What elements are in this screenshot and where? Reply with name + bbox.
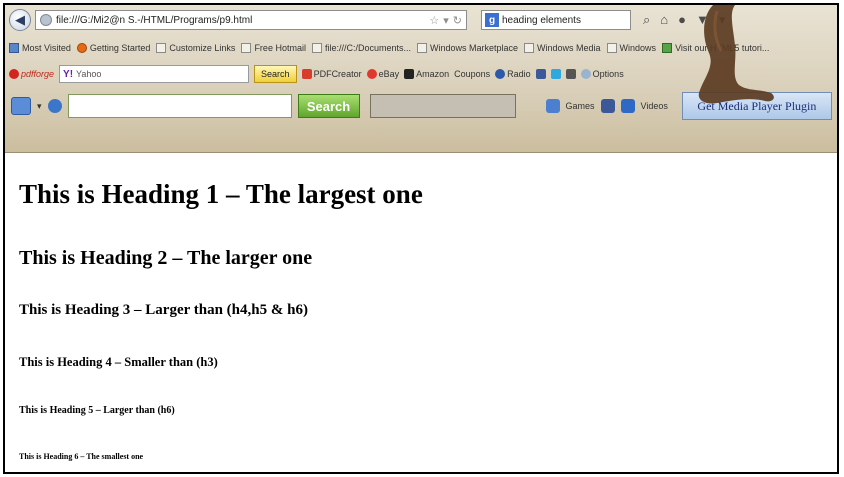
pdfforge-icon — [9, 69, 19, 79]
videos-link[interactable]: Videos — [641, 101, 668, 111]
amazon-icon — [404, 69, 415, 79]
games-icon — [545, 99, 560, 113]
yahoo-search-input[interactable]: Y! Yahoo — [59, 65, 250, 83]
url-text: file:///G:/Mi2@n S.-/HTML/Programs/p9.ht… — [56, 14, 253, 26]
get-media-player-plugin-button[interactable]: Get Media Player Plugin — [681, 92, 832, 120]
heading-1: This is Heading 1 – The largest one — [19, 179, 423, 209]
page-icon — [241, 43, 252, 53]
yahoo-logo: Y! — [63, 68, 74, 80]
options-icon — [580, 69, 591, 79]
bookmark-getting-started[interactable]: Getting Started — [76, 43, 150, 53]
yahoo-search-button[interactable]: Search — [254, 65, 297, 83]
media-links: Games Videos — [545, 99, 668, 113]
media-toolbar: ▾ Search Games Videos Get Media Player P… — [5, 89, 837, 123]
media-toolbar-icon[interactable] — [11, 97, 31, 115]
page-content: This is Heading 1 – The largest one This… — [5, 155, 837, 472]
heading-4: This is Heading 4 – Smaller than (h3) — [19, 355, 218, 369]
options-button[interactable]: Options — [580, 69, 624, 79]
amazon-button[interactable]: Amazon — [404, 69, 449, 79]
bookmark-windows[interactable]: Windows — [606, 43, 656, 53]
bookmark-html5-tutorial[interactable]: Visit our HTML5 tutori... — [662, 43, 769, 53]
back-arrow-icon: ◀ — [15, 12, 25, 27]
search-bar[interactable]: g heading elements — [481, 10, 631, 30]
share-icon[interactable] — [565, 69, 576, 79]
media-dropdown-icon[interactable]: ▾ — [37, 101, 42, 112]
address-bar[interactable]: file:///G:/Mi2@n S.-/HTML/Programs/p9.ht… — [35, 10, 467, 30]
back-button[interactable]: ◀ — [9, 9, 31, 31]
facebook-icon[interactable] — [600, 99, 615, 113]
star-icon — [9, 43, 19, 53]
media-search-input[interactable] — [67, 94, 292, 118]
pdfforge-logo[interactable]: pdfforge — [9, 69, 54, 79]
yahoo-toolbar: pdfforge Y! Yahoo Search PDFCreator eBay… — [5, 61, 837, 87]
heading-6: This is Heading 6 – The smallest one — [19, 452, 144, 461]
menu-icon[interactable]: ▾ — [719, 12, 726, 28]
media-search-button[interactable]: Search — [297, 94, 360, 118]
firefox-icon — [76, 43, 87, 53]
media-secondary-input[interactable] — [369, 94, 516, 118]
address-bar-tools: ☆ ▾ ↻ — [429, 14, 466, 27]
bookmark-customize-links[interactable]: Customize Links — [156, 43, 235, 53]
download-icon[interactable]: ▼ — [696, 12, 709, 28]
bookmark-file-documents[interactable]: file:///C:/Documents... — [311, 43, 411, 53]
videos-icon — [620, 99, 635, 113]
radio-button[interactable]: Radio — [495, 69, 531, 79]
pdfcreator-button[interactable]: PDFCreator — [301, 69, 362, 79]
page-icon — [156, 43, 167, 53]
page-icon — [524, 43, 535, 53]
facebook-icon[interactable] — [535, 69, 546, 79]
radio-icon — [495, 69, 506, 79]
heading-2: This is Heading 2 – The larger one — [19, 247, 313, 269]
page-icon — [311, 43, 322, 53]
ebay-button[interactable]: eBay — [366, 69, 399, 79]
addon-icon[interactable]: ● — [678, 12, 686, 28]
ebay-icon — [366, 69, 377, 79]
media-logo-icon — [47, 99, 62, 113]
bookmark-most-visited[interactable]: Most Visited — [9, 43, 71, 53]
search-query: heading elements — [502, 14, 581, 26]
browser-chrome: ◀ file:///G:/Mi2@n S.-/HTML/Programs/p9.… — [5, 5, 837, 153]
reload-icon[interactable]: ↻ — [453, 14, 462, 27]
html5-icon — [662, 43, 673, 53]
page-icon — [416, 43, 427, 53]
page-icon — [606, 43, 617, 53]
games-link[interactable]: Games — [566, 101, 595, 111]
site-identity-icon — [40, 14, 52, 26]
google-icon[interactable]: g — [485, 13, 499, 27]
bookmark-windows-marketplace[interactable]: Windows Marketplace — [416, 43, 518, 53]
twitter-icon[interactable] — [550, 69, 561, 79]
yahoo-search-placeholder: Yahoo — [76, 69, 102, 79]
pdfcreator-icon — [301, 69, 312, 79]
heading-5: This is Heading 5 – Larger than (h6) — [19, 405, 175, 416]
bookmark-free-hotmail[interactable]: Free Hotmail — [241, 43, 306, 53]
heading-3: This is Heading 3 – Larger than (h4,h5 &… — [19, 302, 308, 318]
bookmark-star-icon[interactable]: ☆ — [429, 14, 439, 27]
search-go-icon[interactable]: ⌕ — [643, 12, 650, 28]
coupons-button[interactable]: Coupons — [454, 69, 490, 79]
home-icon[interactable]: ⌂ — [660, 12, 668, 28]
navigation-bar: ◀ file:///G:/Mi2@n S.-/HTML/Programs/p9.… — [5, 5, 837, 35]
nav-toolbar-icons: ⌕ ⌂ ● ▼ ▾ — [643, 12, 725, 28]
history-dropdown-icon[interactable]: ▾ — [443, 14, 449, 27]
screenshot-frame: ◀ file:///G:/Mi2@n S.-/HTML/Programs/p9.… — [3, 3, 839, 474]
bookmark-windows-media[interactable]: Windows Media — [524, 43, 601, 53]
bookmarks-bar: Most Visited Getting Started Customize L… — [5, 36, 837, 60]
